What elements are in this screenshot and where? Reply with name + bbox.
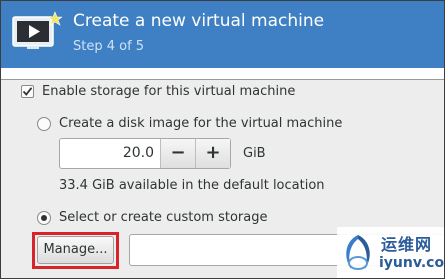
dialog-window: Create a new virtual machine Step 4 of 5… bbox=[0, 0, 445, 279]
decrement-button[interactable]: − bbox=[160, 139, 195, 168]
watermark-logo-icon bbox=[346, 235, 370, 270]
highlight-box bbox=[32, 232, 119, 269]
wizard-step-indicator: Step 4 of 5 bbox=[73, 39, 145, 54]
create-disk-label: Create a disk image for the virtual mach… bbox=[59, 116, 343, 131]
custom-storage-row[interactable]: Select or create custom storage bbox=[37, 210, 267, 225]
disk-size-spinner[interactable]: 20.0 − + bbox=[59, 138, 231, 169]
create-disk-row[interactable]: Create a disk image for the virtual mach… bbox=[37, 116, 342, 131]
enable-storage-label: Enable storage for this virtual machine bbox=[42, 84, 296, 99]
enable-storage-row[interactable]: Enable storage for this virtual machine bbox=[21, 84, 295, 99]
content-top-strip bbox=[1, 68, 444, 79]
disk-size-unit: GiB bbox=[243, 146, 266, 161]
create-disk-radio[interactable] bbox=[37, 116, 51, 131]
watermark-url: iyunv.com bbox=[379, 255, 445, 271]
custom-storage-radio[interactable] bbox=[37, 210, 51, 225]
watermark-chinese-text: 运维网 bbox=[381, 235, 433, 254]
monitor-play-icon bbox=[12, 11, 62, 49]
wizard-title: Create a new virtual machine bbox=[73, 11, 325, 31]
enable-storage-checkbox[interactable] bbox=[21, 85, 34, 98]
disk-size-input[interactable]: 20.0 bbox=[60, 139, 160, 168]
available-space-text: 33.4 GiB available in the default locati… bbox=[59, 178, 325, 193]
radio-selected-dot bbox=[41, 214, 47, 221]
wizard-header: Create a new virtual machine Step 4 of 5 bbox=[1, 1, 444, 68]
custom-storage-label: Select or create custom storage bbox=[59, 210, 268, 225]
watermark: 运维网 iyunv.com bbox=[337, 227, 445, 278]
checkmark-icon bbox=[22, 87, 33, 96]
increment-button[interactable]: + bbox=[195, 139, 230, 168]
